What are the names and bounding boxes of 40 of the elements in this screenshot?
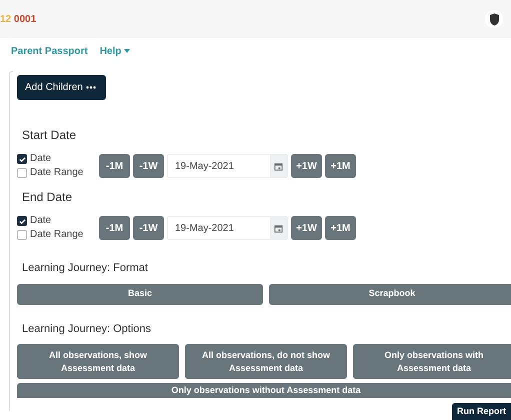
checkbox-label: Date Range xyxy=(30,228,84,242)
format-button[interactable]: Scrapbook xyxy=(269,284,511,304)
calendar-icon xyxy=(274,162,283,170)
step-button[interactable]: +1W xyxy=(291,216,322,240)
nav-link[interactable]: Parent Passport xyxy=(11,44,88,58)
option-button[interactable]: All observations, do not show Assessment data xyxy=(185,344,347,379)
checkbox[interactable] xyxy=(17,154,27,164)
date-field[interactable]: 19-May-2021 xyxy=(167,154,288,178)
account-code: 12 0001 xyxy=(0,12,36,26)
option-button[interactable]: All observations, show Assessment data xyxy=(17,344,179,379)
format-button[interactable]: Basic xyxy=(17,284,263,304)
run-report-button[interactable]: Run Report xyxy=(452,403,511,420)
more-icon xyxy=(86,86,96,89)
shield-icon xyxy=(488,12,500,26)
checkbox[interactable] xyxy=(17,168,27,178)
check-icon xyxy=(18,156,26,162)
step-button[interactable]: -1M xyxy=(99,216,130,240)
step-button[interactable]: +1M xyxy=(325,154,356,178)
calendar-icon xyxy=(274,224,283,232)
checkbox-label: Date Range xyxy=(30,166,84,180)
step-button[interactable]: +1W xyxy=(291,154,322,178)
checkbox[interactable] xyxy=(17,230,27,240)
check-icon xyxy=(18,218,26,224)
section-label: Learning Journey: Format xyxy=(22,261,149,276)
checkbox-label: Date xyxy=(30,214,52,228)
checkbox[interactable] xyxy=(17,216,27,226)
option-button[interactable]: Only observations without Assessment data xyxy=(17,383,511,398)
checkbox-label: Date xyxy=(30,152,52,166)
caret-icon xyxy=(124,49,130,53)
section-label: End Date xyxy=(22,189,74,206)
step-button[interactable]: -1W xyxy=(133,216,164,240)
section-label: Start Date xyxy=(22,127,78,144)
option-button[interactable]: Only observations with Assessment data xyxy=(353,344,511,379)
step-button[interactable]: -1W xyxy=(133,154,164,178)
date-field[interactable]: 19-May-2021 xyxy=(167,216,288,240)
step-button[interactable]: +1M xyxy=(325,216,356,240)
section-label: Learning Journey: Options xyxy=(22,322,152,336)
step-button[interactable]: -1M xyxy=(99,154,130,178)
nav-link[interactable]: Help xyxy=(100,44,130,58)
add-children-button[interactable]: Add Children xyxy=(17,75,106,100)
